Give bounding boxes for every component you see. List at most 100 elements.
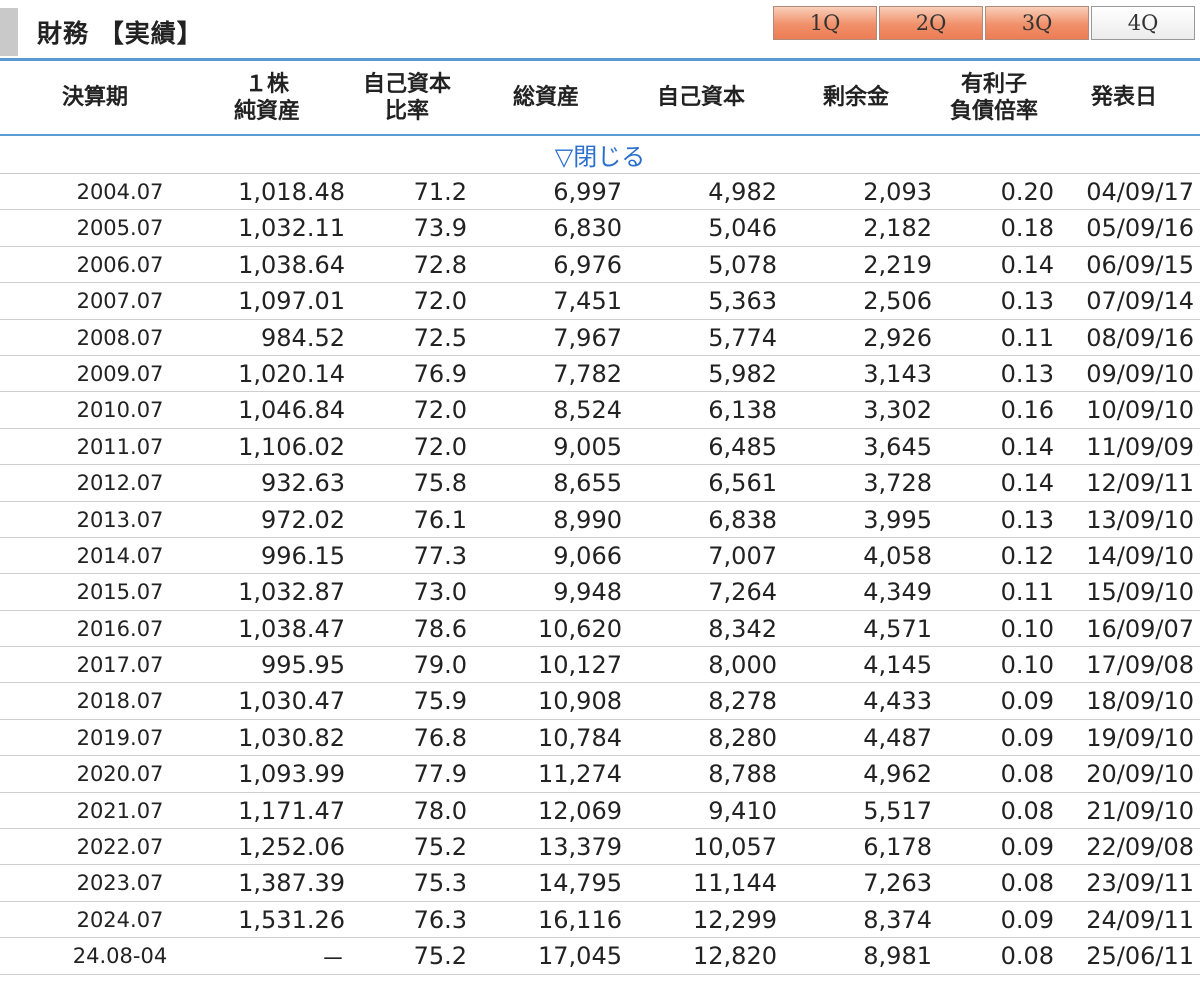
column-header-line: 比率 [384,98,429,124]
cell-debt-ratio: 0.18 [1000,214,1054,243]
cell-debt-ratio: 0.16 [1000,396,1054,425]
cell-period: 2020.07 [76,762,164,787]
cell-retained: 7,263 [863,869,932,898]
column-header-line: 自己資本 [362,71,451,97]
cell-equity-ratio: 75.3 [413,869,467,898]
cell-bps: 984.52 [261,323,345,352]
tab-4q[interactable]: 4Q [1091,6,1195,40]
cell-date: 17/09/08 [1086,651,1194,680]
cell-equity: 6,838 [708,505,777,534]
cell-debt-ratio: 0.14 [1000,469,1054,498]
column-header-line: 発表日 [1090,85,1157,110]
cell-debt-ratio: 0.11 [1000,323,1054,352]
cell-debt-ratio: 0.20 [1000,178,1054,206]
cell-equity-ratio: 77.9 [413,760,467,789]
cell-debt-ratio: 0.08 [1000,869,1054,898]
table-row: 2013.07 972.02 76.1 8,990 6,838 3,995 0.13 13/0… [0,502,1200,538]
cell-equity-ratio: 73.9 [413,214,467,243]
collapse-link[interactable]: ▽閉じる [555,137,645,172]
cell-bps: 1,030.82 [238,723,345,752]
cell-bps: － [321,944,345,973]
cell-total-assets: 9,948 [553,578,622,607]
cell-date: 20/09/10 [1086,760,1194,789]
cell-bps: 1,106.02 [238,432,345,461]
cell-period: 2008.07 [76,325,164,350]
cell-equity: 8,342 [708,614,777,643]
cell-date: 14/09/10 [1086,541,1194,570]
header-accent-bar [0,8,18,56]
column-header-line: 決算期 [61,85,128,110]
cell-total-assets: 13,379 [538,833,622,862]
cell-equity: 7,007 [708,541,777,570]
cell-period: 2010.07 [76,398,164,423]
cell-bps: 1,020.14 [238,359,345,388]
cell-total-assets: 12,069 [538,796,622,825]
cell-period: 2015.07 [76,580,164,605]
table-row: 2020.07 1,093.99 77.9 11,274 8,788 4,962 0.08 2… [0,756,1200,793]
cell-bps: 1,171.47 [238,796,345,825]
table-row: 2008.07 984.52 72.5 7,967 5,774 2,926 0.11 08/0… [0,320,1200,356]
cell-date: 13/09/10 [1086,505,1194,534]
tab-2q[interactable]: 2Q [879,6,983,40]
cell-bps: 1,046.84 [238,396,345,425]
cell-retained: 3,728 [863,469,932,498]
cell-date: 04/09/17 [1086,178,1194,206]
cell-equity-ratio: 75.2 [413,942,467,971]
cell-date: 06/09/15 [1086,250,1194,279]
cell-equity-ratio: 72.8 [413,250,467,279]
cell-bps: 1,032.11 [238,214,345,243]
table-header: 決算期 １株 純資産 自己資本 比率 総資産 自己資本 剰余金 有利子 負債倍率 発表日 [0,61,1200,136]
table-row: 2021.07 1,171.47 78.0 12,069 9,410 5,517 0.08 2… [0,793,1200,830]
cell-equity-ratio: 76.3 [413,905,467,934]
cell-debt-ratio: 0.11 [1000,578,1054,607]
cell-date: 10/09/10 [1086,396,1194,425]
cell-total-assets: 8,990 [553,505,622,534]
cell-period: 2006.07 [76,252,164,277]
cell-date: 21/09/10 [1086,796,1194,825]
cell-period: 2007.07 [76,289,164,314]
table-row: 2014.07 996.15 77.3 9,066 7,007 4,058 0.12 14/0… [0,538,1200,575]
cell-equity: 8,280 [708,723,777,752]
cell-equity: 5,982 [708,359,777,388]
cell-period: 24.08-04 [72,944,168,969]
cell-equity-ratio: 78.0 [413,796,467,825]
cell-total-assets: 14,795 [538,869,622,898]
cell-equity-ratio: 72.5 [413,323,467,352]
cell-bps: 972.02 [261,505,345,534]
column-header-date: 発表日 [1064,61,1184,134]
cell-bps: 1,531.26 [238,905,345,934]
table-row: 2011.07 1,106.02 72.0 9,005 6,485 3,645 0.14 11… [0,429,1200,466]
cell-debt-ratio: 0.14 [1000,432,1054,461]
cell-period: 2023.07 [76,871,164,896]
cell-bps: 1,032.87 [238,578,345,607]
column-header-equity: 自己資本 [626,61,776,134]
cell-total-assets: 10,620 [538,614,622,643]
quarter-tabs: 1Q 2Q 3Q 4Q [773,6,1197,42]
cell-equity-ratio: 72.0 [413,287,467,316]
cell-period: 2012.07 [76,471,164,496]
cell-bps: 995.95 [261,651,345,680]
cell-bps: 996.15 [261,541,345,570]
cell-retained: 4,349 [863,578,932,607]
tab-1q[interactable]: 1Q [773,6,877,40]
cell-date: 19/09/10 [1086,723,1194,752]
cell-retained: 4,145 [863,651,932,680]
financials-page: 財務 【実績】 1Q 2Q 3Q 4Q 決算期 １株 純資産 自己資本 比率 総資産 自己資本 剰余… [0,0,1200,993]
collapse-row: ▽閉じる [0,136,1200,174]
cell-period: 2016.07 [76,616,164,641]
cell-equity: 5,046 [708,214,777,243]
cell-equity-ratio: 79.0 [413,651,467,680]
cell-date: 24/09/11 [1086,905,1194,934]
cell-equity-ratio: 75.8 [413,469,467,498]
cell-bps: 1,030.47 [238,687,345,716]
cell-equity: 11,144 [693,869,777,898]
cell-equity-ratio: 76.8 [413,723,467,752]
cell-equity: 5,774 [708,323,777,352]
tab-3q[interactable]: 3Q [985,6,1089,40]
cell-debt-ratio: 0.09 [1000,723,1054,752]
cell-period: 2014.07 [76,543,164,568]
cell-bps: 932.63 [261,469,345,498]
cell-equity: 6,138 [708,396,777,425]
column-header-retained: 剰余金 [781,61,931,134]
cell-equity: 5,078 [708,250,777,279]
